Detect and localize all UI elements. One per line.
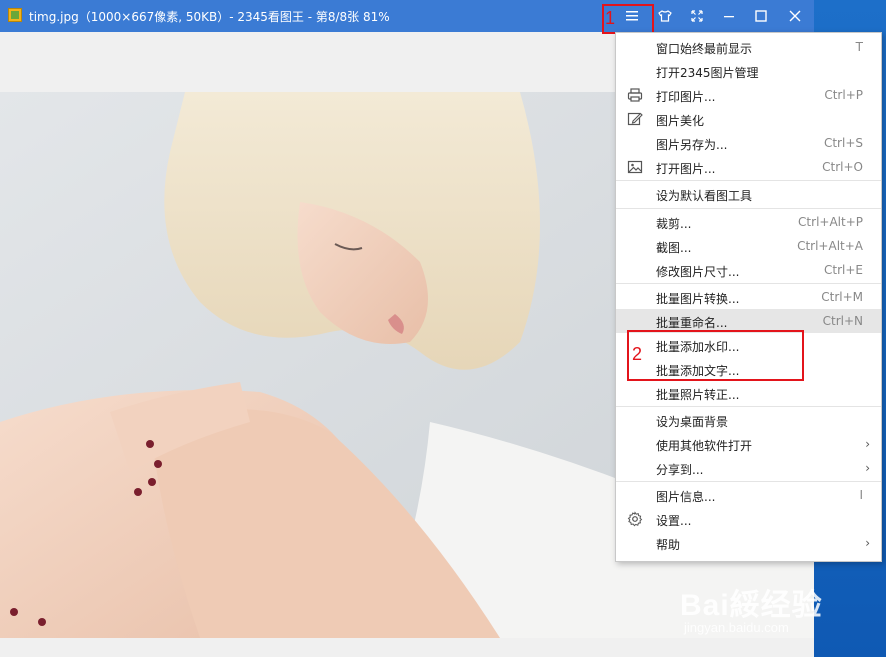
minimize-icon	[724, 16, 734, 18]
menu-item-shortcut: Ctrl+E	[824, 263, 863, 277]
menu-item-label: 设置...	[656, 514, 692, 528]
menu-item-shortcut: Ctrl+M	[821, 290, 863, 304]
menu-item-label: 批量重命名...	[656, 316, 728, 330]
fullscreen-icon	[691, 10, 703, 22]
menu-item-label: 设为桌面背景	[656, 415, 729, 429]
menu-item-settings[interactable]: 设置...	[616, 507, 881, 531]
menu-separator	[616, 180, 881, 181]
menu-item-shortcut: Ctrl+P	[824, 88, 863, 102]
baidu-jingyan-watermark: Bai綏经验 jingyan.baidu.com	[680, 580, 870, 640]
app-logo-icon	[8, 8, 22, 22]
menu-item-help[interactable]: 帮助 ›	[616, 531, 881, 555]
maximize-button[interactable]	[745, 0, 777, 32]
menu-item-label: 图片另存为...	[656, 138, 728, 152]
menu-item-label: 打开2345图片管理	[656, 66, 759, 80]
edit-icon	[627, 112, 643, 126]
menu-item-shortcut: T	[855, 40, 863, 54]
menu-item-batch-straighten[interactable]: 批量照片转正...	[616, 381, 881, 405]
menu-item-label: 使用其他软件打开	[656, 439, 753, 453]
printer-icon	[627, 88, 643, 102]
menu-item-label: 分享到...	[656, 463, 704, 477]
close-icon	[789, 10, 801, 22]
menu-item-save-as[interactable]: 图片另存为... Ctrl+S	[616, 131, 881, 155]
menu-item-print[interactable]: 打印图片... Ctrl+P	[616, 83, 881, 107]
menu-item-image-info[interactable]: 图片信息... I	[616, 483, 881, 507]
menu-item-screenshot[interactable]: 截图... Ctrl+Alt+A	[616, 234, 881, 258]
menu-item-label: 打开图片...	[656, 162, 716, 176]
menu-item-label: 截图...	[656, 241, 692, 255]
image-icon	[627, 160, 643, 174]
menu-item-open-with[interactable]: 使用其他软件打开 ›	[616, 432, 881, 456]
menu-item-batch-convert[interactable]: 批量图片转换... Ctrl+M	[616, 285, 881, 309]
menu-item-shortcut: I	[859, 488, 863, 502]
menu-separator	[616, 406, 881, 407]
menu-item-shortcut: Ctrl+S	[823, 136, 863, 150]
menu-item-label: 修改图片尺寸...	[656, 265, 740, 279]
title-bar[interactable]: timg.jpg（1000×667像素, 50KB）- 2345看图王 - 第8…	[0, 0, 814, 32]
watermark-main-text: Bai綏经验	[680, 589, 823, 622]
annotation-box-2	[627, 330, 804, 381]
menu-item-set-wallpaper[interactable]: 设为桌面背景	[616, 408, 881, 432]
menu-separator	[616, 208, 881, 209]
menu-item-label: 图片信息...	[656, 490, 716, 504]
gear-icon	[627, 511, 643, 527]
menu-item-open-manager[interactable]: 打开2345图片管理	[616, 59, 881, 83]
menu-item-set-default-viewer[interactable]: 设为默认看图工具	[616, 182, 881, 206]
menu-item-label: 批量图片转换...	[656, 292, 740, 306]
maximize-icon	[755, 10, 767, 22]
main-context-menu: 窗口始终最前显示 T 打开2345图片管理 打印图片... Ctrl+P 图片美…	[615, 32, 882, 562]
menu-item-open-image[interactable]: 打开图片... Ctrl+O	[616, 155, 881, 179]
chevron-right-icon: ›	[865, 461, 870, 475]
menu-item-label: 裁剪...	[656, 217, 692, 231]
menu-item-always-on-top[interactable]: 窗口始终最前显示 T	[616, 35, 881, 59]
menu-item-crop[interactable]: 裁剪... Ctrl+Alt+P	[616, 210, 881, 234]
annotation-label-2: 2	[632, 344, 643, 364]
skin-icon	[658, 10, 672, 22]
menu-separator	[616, 283, 881, 284]
menu-item-label: 批量照片转正...	[656, 388, 740, 402]
menu-separator	[616, 481, 881, 482]
menu-item-label: 打印图片...	[656, 90, 716, 104]
menu-item-shortcut: Ctrl+Alt+A	[797, 239, 863, 253]
fullscreen-button[interactable]	[681, 0, 713, 32]
minimize-button[interactable]	[713, 0, 745, 32]
menu-item-resize[interactable]: 修改图片尺寸... Ctrl+E	[616, 258, 881, 282]
chevron-right-icon: ›	[865, 536, 870, 550]
menu-item-beautify[interactable]: 图片美化	[616, 107, 881, 131]
close-button[interactable]	[779, 0, 811, 32]
window-title: timg.jpg（1000×667像素, 50KB）- 2345看图王 - 第8…	[29, 10, 390, 24]
bottom-panel	[0, 638, 814, 657]
menu-item-shortcut: Ctrl+Alt+P	[798, 215, 863, 229]
annotation-label-1: 1	[605, 8, 616, 28]
menu-item-share[interactable]: 分享到... ›	[616, 456, 881, 480]
watermark-url-text: jingyan.baidu.com	[684, 620, 789, 635]
chevron-right-icon: ›	[865, 437, 870, 451]
menu-item-shortcut: Ctrl+O	[822, 160, 863, 174]
menu-item-label: 窗口始终最前显示	[656, 42, 753, 56]
menu-item-label: 图片美化	[656, 114, 705, 128]
menu-item-shortcut: Ctrl+N	[822, 314, 863, 328]
menu-item-label: 设为默认看图工具	[656, 189, 753, 203]
menu-item-label: 帮助	[656, 538, 681, 552]
